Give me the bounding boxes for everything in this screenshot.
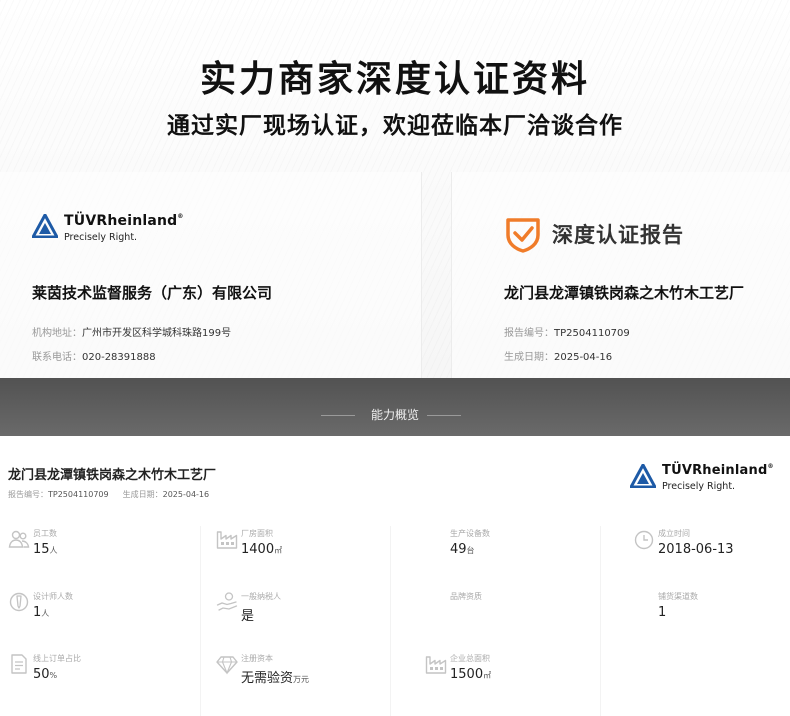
stat-unit: 万元 bbox=[293, 675, 310, 684]
stat-number: 是 bbox=[241, 609, 255, 624]
tuv-reg-mark: ® bbox=[767, 463, 774, 470]
report-title: 深度认证报告 bbox=[552, 223, 684, 247]
stat-number: 50 bbox=[33, 667, 50, 682]
stat-established: 成立时间 2018-06-13 bbox=[633, 528, 790, 578]
shield-check-icon bbox=[506, 218, 540, 253]
stat-value: 1500㎡ bbox=[450, 667, 491, 682]
stat-label: 企业总面积 bbox=[450, 654, 490, 663]
stat-total-area: 企业总面积 1500㎡ bbox=[425, 653, 605, 703]
tuv-slogan: Precisely Right. bbox=[662, 481, 736, 492]
factory-icon bbox=[425, 656, 447, 674]
report-date-value: 2025-04-16 bbox=[554, 352, 613, 363]
certifier-card: TÜVRheinland® Precisely Right. 莱茵技术监督服务（… bbox=[0, 172, 422, 378]
band-line-right bbox=[427, 415, 461, 416]
phone-label: 联系电话： bbox=[32, 352, 82, 363]
stat-number: 1500 bbox=[450, 667, 484, 682]
stat-label: 注册资本 bbox=[241, 654, 273, 663]
stat-value: 49台 bbox=[450, 542, 475, 557]
stat-value: 1 bbox=[658, 605, 666, 620]
tuv-reg-mark: ® bbox=[177, 213, 184, 220]
certifier-phone: 联系电话：020-28391888 bbox=[32, 348, 156, 363]
stat-unit: ㎡ bbox=[274, 546, 283, 555]
stat-number: 1 bbox=[658, 605, 667, 620]
stat-label: 品牌资质 bbox=[450, 592, 482, 601]
designer-icon bbox=[9, 592, 29, 612]
certifier-address: 机构地址：广州市开发区科学城科珠路199号 bbox=[32, 324, 231, 339]
stat-value: 1400㎡ bbox=[241, 542, 282, 557]
stat-label: 设计师人数 bbox=[33, 592, 73, 601]
phone-value: 020-28391888 bbox=[82, 352, 156, 363]
overview-report-value: TP2504110709 bbox=[48, 490, 109, 499]
report-company-name: 龙门县龙潭镇铁岗森之木竹木工艺厂 bbox=[504, 284, 745, 302]
stat-label: 线上订单占比 bbox=[33, 654, 81, 663]
stat-designers: 设计师人数 1人 bbox=[8, 591, 188, 641]
overview-report-label: 报告编号： bbox=[8, 490, 48, 499]
stat-label: 员工数 bbox=[33, 529, 57, 538]
stat-factory-area: 厂房面积 1400㎡ bbox=[216, 528, 396, 578]
address-value: 广州市开发区科学城科珠路199号 bbox=[82, 328, 232, 339]
stat-value: 1人 bbox=[33, 605, 49, 620]
stat-unit: ㎡ bbox=[483, 671, 492, 680]
tuv-brand-text: TÜVRheinland bbox=[64, 213, 178, 229]
tuv-logo: TÜVRheinland® Precisely Right. bbox=[32, 214, 184, 254]
stat-label: 一般纳税人 bbox=[241, 592, 281, 601]
stat-label: 厂房面积 bbox=[241, 529, 273, 538]
overview-date-value: 2025-04-16 bbox=[162, 490, 210, 499]
stat-label: 生产设备数 bbox=[450, 529, 490, 538]
clock-icon bbox=[634, 530, 654, 550]
capability-overview: 龙门县龙潭镇铁岗森之木竹木工艺厂 报告编号：TP2504110709 生成日期：2… bbox=[0, 436, 790, 716]
band-title: 能力概览 bbox=[370, 408, 419, 422]
stat-label: 铺货渠道数 bbox=[658, 592, 698, 601]
report-date: 生成日期：2025-04-16 bbox=[504, 348, 612, 363]
stat-value: 15人 bbox=[33, 542, 58, 557]
stat-number: 2018-06-13 bbox=[658, 542, 734, 557]
hand-coin-icon bbox=[216, 592, 238, 611]
stat-number: 49 bbox=[450, 542, 467, 557]
section-band: 能力概览 bbox=[0, 378, 790, 436]
stat-number: 15 bbox=[33, 542, 50, 557]
report-number-label: 报告编号： bbox=[504, 328, 554, 339]
report-date-label: 生成日期： bbox=[504, 352, 554, 363]
report-number: 报告编号：TP2504110709 bbox=[504, 324, 630, 339]
stat-value: 无需验资万元 bbox=[241, 667, 309, 686]
tuv-slogan: Precisely Right. bbox=[64, 232, 138, 243]
stat-employees: 员工数 15人 bbox=[8, 528, 188, 578]
page-title: 实力商家深度认证资料 bbox=[199, 59, 590, 100]
overview-company-name: 龙门县龙潭镇铁岗森之木竹木工艺厂 bbox=[8, 468, 217, 483]
people-icon bbox=[8, 530, 30, 548]
factory-icon bbox=[216, 531, 238, 549]
stat-taxpayer: 一般纳税人 是 bbox=[216, 591, 396, 641]
stat-value: 50% bbox=[33, 667, 57, 682]
stat-unit: 人 bbox=[41, 609, 50, 618]
stat-label: 成立时间 bbox=[658, 529, 690, 538]
stat-number: 1400 bbox=[241, 542, 275, 557]
tuv-triangle-icon bbox=[32, 214, 58, 238]
document-icon bbox=[11, 654, 27, 674]
address-label: 机构地址： bbox=[32, 328, 82, 339]
column-divider bbox=[200, 526, 201, 716]
stat-value: 是 bbox=[241, 605, 254, 624]
tuv-triangle-icon bbox=[630, 464, 656, 488]
report-logo: 深度认证报告 bbox=[504, 214, 684, 254]
stat-number: 无需验资 bbox=[241, 671, 294, 686]
stat-unit: 人 bbox=[49, 546, 58, 555]
stat-equipment: 生产设备数 49台 bbox=[425, 528, 605, 578]
report-card: 深度认证报告 龙门县龙潭镇铁岗森之木竹木工艺厂 报告编号：TP250411070… bbox=[451, 172, 790, 378]
stat-unit: 台 bbox=[466, 546, 475, 555]
certifier-company-name: 莱茵技术监督服务（广东）有限公司 bbox=[32, 284, 273, 302]
stat-channels: 铺货渠道数 1 bbox=[633, 591, 790, 641]
page-subtitle: 通过实厂现场认证，欢迎莅临本厂洽谈合作 bbox=[167, 113, 623, 139]
stat-online-orders: 线上订单占比 50% bbox=[8, 653, 188, 703]
tuv-brand-text: TÜVRheinland bbox=[662, 463, 768, 478]
stat-registered-capital: 注册资本 无需验资万元 bbox=[216, 653, 396, 703]
diamond-icon bbox=[216, 656, 238, 675]
overview-date-label: 生成日期： bbox=[122, 490, 163, 499]
overview-tuv-logo: TÜVRheinland® Precisely Right. bbox=[630, 464, 774, 492]
stat-value: 2018-06-13 bbox=[658, 542, 734, 557]
stat-brand-qualification: 品牌资质 bbox=[425, 591, 605, 641]
report-number-value: TP2504110709 bbox=[554, 328, 630, 339]
overview-meta: 报告编号：TP2504110709 生成日期：2025-04-16 bbox=[8, 489, 209, 500]
stat-unit: % bbox=[49, 671, 58, 680]
